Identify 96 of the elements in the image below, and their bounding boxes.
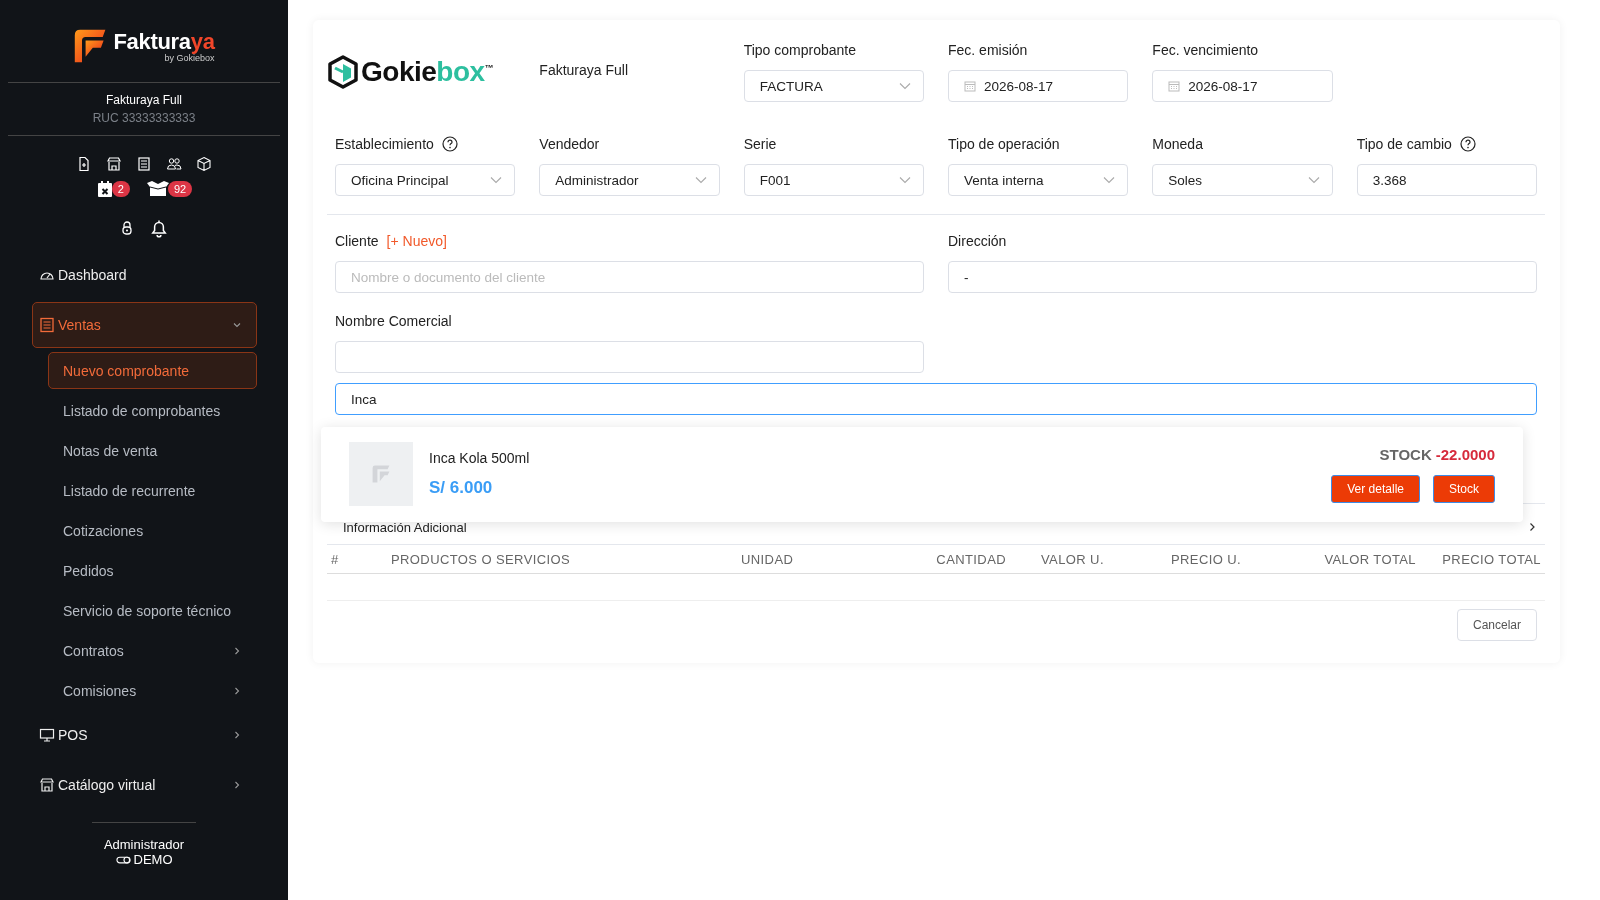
help-icon[interactable]	[1459, 136, 1476, 152]
input-field[interactable]: 3.368	[1356, 164, 1537, 196]
cube-logo-icon	[327, 55, 359, 89]
submenu-item[interactable]: Listado de recurrente	[48, 472, 257, 509]
field-label: Cliente	[335, 233, 379, 249]
submenu-item[interactable]: Notas de venta	[48, 432, 257, 469]
caret-icon	[490, 176, 503, 184]
field-label: Dirección	[948, 233, 1008, 249]
column-header: UNIDAD	[741, 551, 795, 567]
result-action-button[interactable]: Ver detalle	[1331, 474, 1420, 503]
column-header: PRECIO TOTAL	[1441, 551, 1541, 567]
field-label: Serie	[743, 136, 777, 152]
chevron-right-icon	[232, 645, 242, 656]
product-name[interactable]: Inca Kola 500ml	[429, 450, 1316, 466]
company-name: Fakturaya Full	[539, 62, 629, 78]
field-label: Nombre Comercial	[335, 313, 453, 329]
brand-byline: by Gokiebox	[164, 53, 215, 63]
field-label: Tipo de cambio	[1356, 136, 1452, 152]
select-field[interactable]: Administrador	[539, 164, 720, 196]
submenu-item[interactable]: Contratos	[48, 632, 257, 669]
field-label: Fec. emisión	[948, 42, 1029, 58]
date-field[interactable]: 2026-08-17	[948, 70, 1129, 102]
address-field[interactable]: -	[948, 261, 1537, 293]
additional-info-toggle[interactable]: Información Adicional	[327, 510, 1545, 544]
company-name: Fakturaya Full	[106, 93, 182, 107]
chevron-right-icon	[1527, 522, 1537, 532]
store-icon	[39, 777, 55, 793]
submenu-item[interactable]: Comisiones	[48, 672, 257, 709]
toggle-icon	[115, 854, 131, 865]
caret-icon	[1103, 176, 1116, 184]
field-label: Moneda	[1152, 136, 1203, 152]
caret-icon	[899, 82, 911, 90]
count-badge: 2	[111, 181, 130, 197]
image-placeholder-icon	[349, 442, 413, 506]
product-search-field[interactable]: Inca	[335, 383, 1537, 415]
select-field[interactable]: F001	[743, 164, 924, 196]
select-field[interactable]: Soles	[1152, 164, 1333, 196]
column-header: PRODUCTOS O SERVICIOS	[391, 551, 572, 567]
column-header: PRECIO U.	[1170, 551, 1243, 567]
chevron-down-icon	[232, 320, 242, 330]
users-icon[interactable]	[166, 156, 182, 172]
cancel-button[interactable]: Cancelar	[1456, 609, 1537, 641]
field-label: Tipo de operación	[948, 136, 1060, 152]
client-search-field[interactable]: Nombre o documento del cliente	[335, 261, 924, 293]
result-action-button[interactable]: Stock	[1433, 474, 1495, 503]
caret-icon	[899, 176, 911, 184]
store-icon[interactable]	[106, 156, 122, 172]
open-box-icon[interactable]	[145, 180, 170, 198]
calendar-icon	[1168, 80, 1181, 92]
mode-label: DEMO	[133, 852, 173, 867]
nav-item[interactable]: Ventas	[32, 302, 257, 348]
trade-name-field[interactable]	[335, 341, 924, 373]
chevron-right-icon	[232, 685, 242, 696]
field-label: Fec. vencimiento	[1152, 42, 1260, 58]
date-field[interactable]: 2026-08-17	[1152, 70, 1333, 102]
nav-item[interactable]: POS	[32, 712, 257, 758]
product-price: S/ 6.000	[429, 478, 494, 498]
box-icon[interactable]	[196, 156, 212, 172]
notification-bell-icon[interactable]	[149, 218, 169, 238]
lock-icon[interactable]	[119, 220, 135, 236]
receipt-icon[interactable]	[136, 156, 152, 172]
submenu-item[interactable]: Nuevo comprobante	[48, 352, 257, 389]
new-document-icon[interactable]	[76, 156, 92, 172]
nav-item[interactable]: Dashboard	[32, 252, 257, 298]
nav-item[interactable]: Catálogo virtual	[32, 762, 257, 808]
new-client-link[interactable]: [+ Nuevo]	[386, 233, 447, 249]
chevron-right-icon	[232, 730, 242, 740]
column-header: VALOR TOTAL	[1323, 551, 1416, 567]
select-field[interactable]: Venta interna	[948, 164, 1129, 196]
select-field[interactable]: FACTURA	[743, 70, 924, 102]
column-header: CANTIDAD	[935, 551, 1007, 567]
calendar-icon	[964, 80, 976, 92]
field-label: Tipo comprobante	[743, 42, 857, 58]
submenu-item[interactable]: Servicio de soporte técnico	[48, 592, 257, 629]
field-label: Vendedor	[539, 136, 600, 152]
caret-icon	[1307, 176, 1320, 184]
select-field[interactable]: Oficina Principal	[335, 164, 516, 196]
company-ruc: RUC 33333333333	[92, 111, 196, 125]
submenu-item[interactable]: Cotizaciones	[48, 512, 257, 549]
stock-value: -22.0000	[1435, 445, 1495, 463]
count-badge: 92	[167, 181, 193, 197]
help-icon[interactable]	[441, 136, 458, 152]
chevron-right-icon	[232, 780, 242, 790]
monitor-icon	[39, 727, 55, 743]
stock-label: STOCK	[1379, 445, 1432, 463]
user-name: Administrador	[103, 837, 185, 852]
caret-icon	[694, 176, 707, 184]
column-header: #	[331, 551, 340, 567]
field-label: Establecimiento	[335, 136, 434, 152]
company-logo: Gokiebox$^{™}$	[361, 56, 494, 88]
column-header: VALOR U.	[1040, 551, 1105, 567]
brand-name: Fakturaya	[113, 29, 215, 55]
submenu-item[interactable]: Listado de comprobantes	[48, 392, 257, 429]
calendar-icon[interactable]	[95, 180, 114, 198]
submenu-item[interactable]: Pedidos	[48, 552, 257, 589]
list-icon	[39, 317, 55, 333]
